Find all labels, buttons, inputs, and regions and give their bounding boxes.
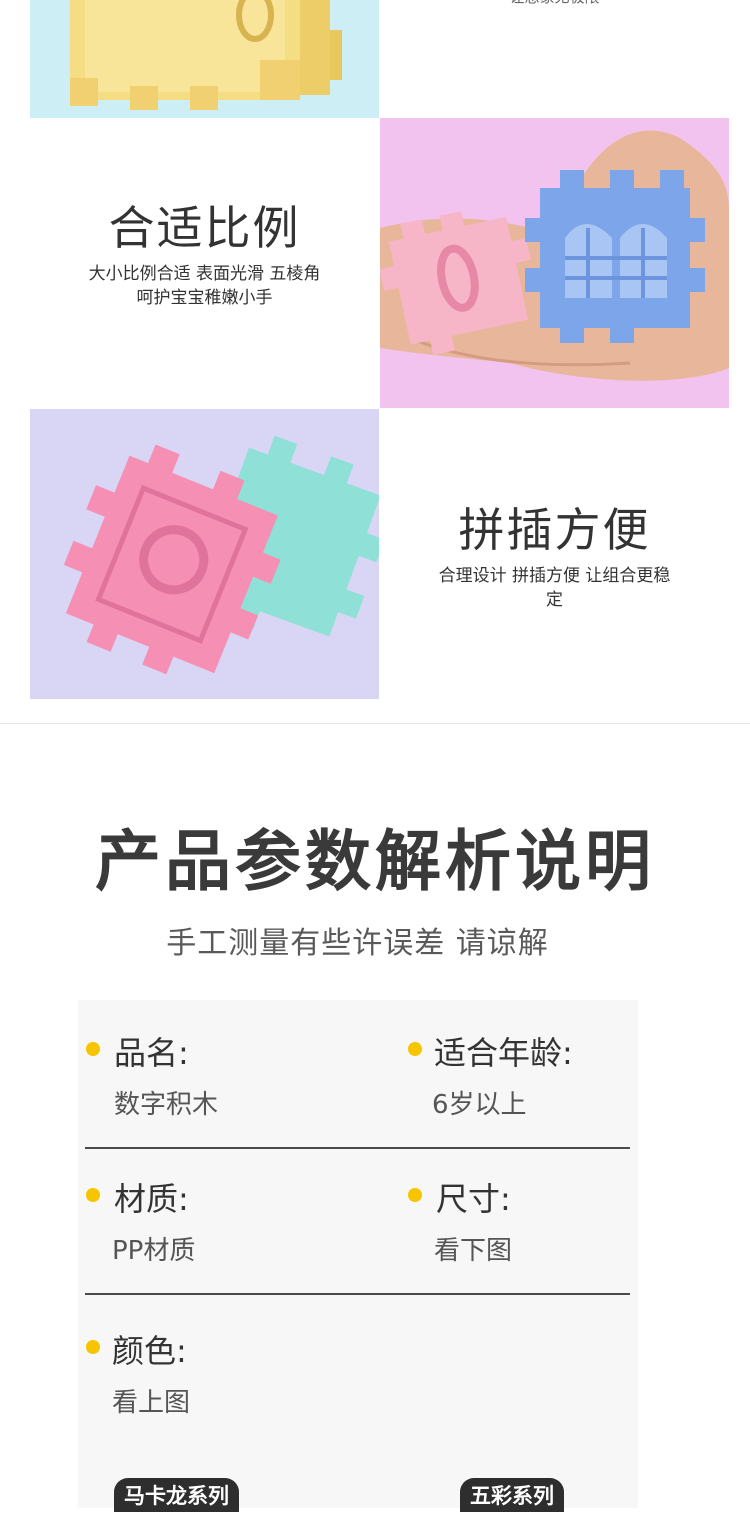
param-label-name: 品名: — [114, 1034, 189, 1072]
feature-caption-cut: 让想象无极限 — [380, 0, 729, 10]
feature-desc-assembly-line2: 定 — [546, 590, 563, 610]
hand-with-blocks-photo — [380, 118, 729, 408]
bullet-icon — [86, 1340, 100, 1354]
feature-desc-proportion-line1: 大小比例合适 表面光滑 五棱角 — [88, 264, 321, 284]
param-label-age: 适合年龄: — [434, 1034, 573, 1072]
param-label-material: 材质: — [114, 1180, 189, 1218]
bullet-icon — [86, 1042, 100, 1056]
param-label-color: 颜色: — [112, 1332, 187, 1370]
param-value-name: 数字积木 — [114, 1090, 219, 1120]
series-badge-colorful: 五彩系列 — [460, 1478, 564, 1512]
feature-desc-proportion-line2: 呵护宝宝稚嫩小手 — [136, 288, 273, 308]
feature-title-assembly: 拼插方便 — [458, 503, 651, 557]
param-value-age: 6岁以上 — [432, 1090, 527, 1120]
row-divider — [85, 1293, 630, 1295]
param-value-material: PP材质 — [112, 1236, 196, 1266]
bullet-icon — [408, 1042, 422, 1056]
param-value-size: 看下图 — [434, 1236, 513, 1266]
param-label-size: 尺寸: — [436, 1180, 511, 1218]
params-subtitle: 手工测量有些许误差 请谅解 — [166, 926, 549, 961]
params-title: 产品参数解析说明 — [95, 823, 655, 900]
yellow-block-photo — [30, 0, 379, 118]
series-badge-macaron: 马卡龙系列 — [114, 1478, 239, 1512]
row-divider — [85, 1147, 630, 1149]
param-value-color: 看上图 — [112, 1388, 191, 1418]
bullet-icon — [86, 1188, 100, 1202]
pink-mint-blocks-photo — [30, 409, 379, 699]
feature-title-proportion: 合适比例 — [108, 201, 301, 255]
bullet-icon — [408, 1188, 422, 1202]
section-divider — [0, 723, 750, 724]
feature-desc-assembly-line1: 合理设计 拼插方便 让组合更稳 — [438, 566, 671, 586]
